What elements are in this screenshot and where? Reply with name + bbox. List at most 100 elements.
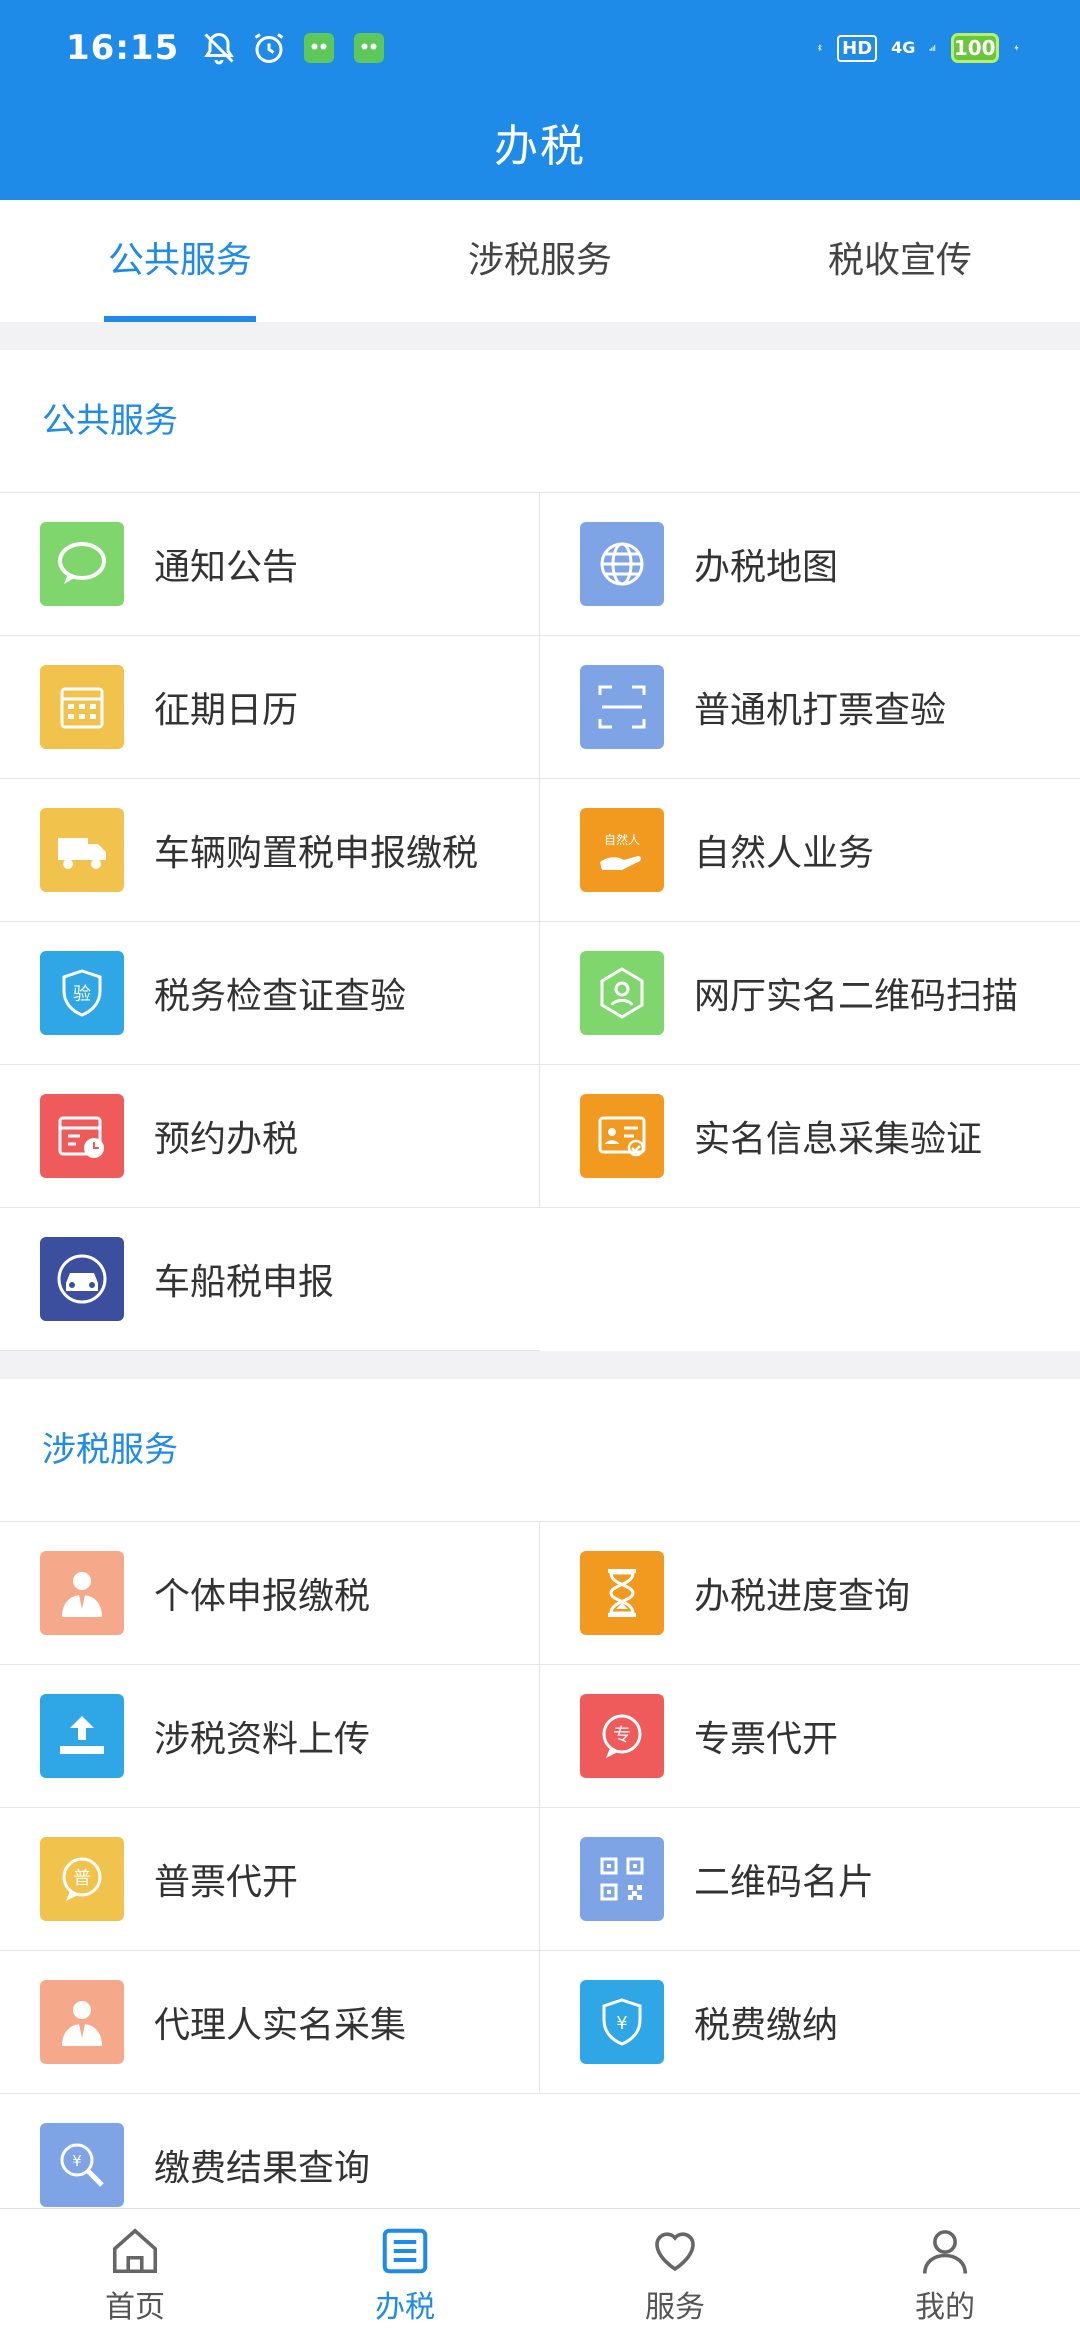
nav-label: 首页 — [105, 2290, 165, 2325]
tax-item[interactable]: 涉税资料上传 — [0, 1665, 540, 1808]
public-item[interactable]: 车船税申报 — [0, 1208, 540, 1351]
service-label: 专票代开 — [694, 1719, 839, 1760]
svg-text:普: 普 — [73, 1868, 91, 1889]
public-service-grid: 通知公告 办税地图征期日历 普通机打票查验车辆购置税申报缴税 自然人 自然人业务验 税务检… — [0, 493, 1080, 1351]
charging-icon — [1014, 44, 1019, 52]
person-suit-icon — [40, 1980, 124, 2064]
section-title: 涉税服务 — [0, 1379, 1080, 1522]
id-card-check-icon — [580, 1094, 664, 1178]
hourglass-icon — [580, 1551, 664, 1635]
chat-bubble-icon — [40, 522, 124, 606]
general-invoice-icon: 普 — [40, 1837, 124, 1921]
service-label: 个体申报缴税 — [154, 1576, 371, 1617]
network-type: 4G — [891, 38, 916, 57]
list-icon — [382, 2228, 428, 2274]
shield-verify-icon: 验 — [40, 951, 124, 1035]
tax-item[interactable]: 个体申报缴税 — [0, 1522, 540, 1665]
svg-text:¥: ¥ — [72, 2152, 82, 2170]
app-notification-icon — [304, 33, 335, 63]
hd-badge: HD — [837, 34, 878, 62]
tab-tax-promotion[interactable]: 税收宣传 — [720, 200, 1080, 322]
service-label: 实名信息采集验证 — [694, 1119, 983, 1160]
alarm-icon — [254, 33, 284, 63]
tax-item[interactable]: 专 专票代开 — [540, 1665, 1080, 1808]
service-label: 车辆购置税申报缴税 — [154, 833, 479, 874]
service-label: 税费缴纳 — [694, 2005, 839, 2046]
public-item[interactable]: 网厅实名二维码扫描 — [540, 922, 1080, 1065]
public-item[interactable]: 自然人 自然人业务 — [540, 779, 1080, 922]
app-header: 16:15 HD 4G 100 办税 — [0, 0, 1080, 200]
bell-muted-icon — [204, 32, 235, 65]
service-label: 办税地图 — [694, 547, 839, 588]
nav-label: 办税 — [375, 2290, 435, 2325]
shield-yuan-icon: ¥ — [580, 1980, 664, 2064]
public-item[interactable]: 征期日历 — [0, 636, 540, 779]
tax-item[interactable]: 二维码名片 — [540, 1808, 1080, 1951]
svg-text:¥: ¥ — [616, 2013, 627, 2034]
public-item[interactable]: 车辆购置税申报缴税 — [0, 779, 540, 922]
content-area: 公共服务 通知公告 办税地图征期日历 普通机打票查验车辆购置税申报缴税 自然人 自然人业… — [0, 350, 1080, 2265]
public-item[interactable]: 预约办税 — [0, 1065, 540, 1208]
tax-service-section: 涉税服务 个体申报缴税 办税进度查询涉税资料上传 专 专票代开普 普票代开 二维码名片代理… — [0, 1379, 1080, 2237]
svg-text:验: 验 — [73, 984, 91, 1005]
natural-person-hand-icon: 自然人 — [580, 808, 664, 892]
special-invoice-icon: 专 — [580, 1694, 664, 1778]
magnifier-yuan-icon: ¥ — [40, 2123, 124, 2207]
public-service-section: 公共服务 通知公告 办税地图征期日历 普通机打票查验车辆购置税申报缴税 自然人 自然人业… — [0, 350, 1080, 1351]
service-label: 代理人实名采集 — [154, 2005, 407, 2046]
tax-service-grid: 个体申报缴税 办税进度查询涉税资料上传 专 专票代开普 普票代开 二维码名片代理人实名采集… — [0, 1522, 1080, 2237]
bluetooth-icon — [817, 44, 822, 52]
svg-text:自然人: 自然人 — [604, 832, 640, 847]
person-suit-icon — [40, 1551, 124, 1635]
nav-label: 服务 — [645, 2290, 705, 2325]
nav-home[interactable]: 首页 — [0, 2209, 270, 2341]
globe-icon — [580, 522, 664, 606]
tab-tax-service[interactable]: 涉税服务 — [360, 200, 720, 322]
calendar-clock-icon — [40, 1094, 124, 1178]
service-label: 普票代开 — [154, 1862, 299, 1903]
nav-tax[interactable]: 办税 — [270, 2209, 540, 2341]
hexagon-person-icon — [580, 951, 664, 1035]
qr-code-icon — [580, 1837, 664, 1921]
svg-text:专: 专 — [613, 1725, 631, 1746]
public-item[interactable]: 通知公告 — [0, 493, 540, 636]
upload-icon — [40, 1694, 124, 1778]
nav-service[interactable]: 服务 — [540, 2209, 810, 2341]
section-title: 公共服务 — [0, 350, 1080, 493]
service-label: 征期日历 — [154, 690, 299, 731]
service-label: 办税进度查询 — [694, 1576, 911, 1617]
service-label: 网厅实名二维码扫描 — [694, 976, 1019, 1017]
tax-item[interactable]: ¥ 税费缴纳 — [540, 1951, 1080, 2094]
public-item[interactable]: 普通机打票查验 — [540, 636, 1080, 779]
service-label: 二维码名片 — [694, 1862, 875, 1903]
tax-item[interactable]: 普 普票代开 — [0, 1808, 540, 1951]
nav-mine[interactable]: 我的 — [810, 2209, 1080, 2341]
public-item[interactable]: 验 税务检查证查验 — [0, 922, 540, 1065]
page-title: 办税 — [494, 121, 586, 172]
tax-item[interactable]: 办税进度查询 — [540, 1522, 1080, 1665]
tax-item[interactable]: 代理人实名采集 — [0, 1951, 540, 2094]
battery-indicator: 100 — [950, 33, 999, 63]
calendar-icon — [40, 665, 124, 749]
person-icon — [922, 2230, 968, 2274]
service-label: 涉税资料上传 — [154, 1719, 371, 1760]
service-label: 自然人业务 — [694, 833, 875, 874]
tab-bar: 公共服务 涉税服务 税收宣传 — [0, 200, 1080, 322]
status-bar: 16:15 HD 4G 100 — [0, 0, 1080, 96]
car-circle-icon — [40, 1237, 124, 1321]
public-item[interactable]: 办税地图 — [540, 493, 1080, 636]
service-label: 通知公告 — [154, 547, 299, 588]
service-label: 缴费结果查询 — [154, 2148, 371, 2189]
service-label: 车船税申报 — [154, 1262, 335, 1303]
bottom-nav: 首页 办税 服务 我的 — [0, 2208, 1080, 2341]
home-icon — [112, 2228, 158, 2274]
app-notification-icon — [354, 33, 385, 63]
service-label: 税务检查证查验 — [154, 976, 407, 1017]
scan-frame-icon — [580, 665, 664, 749]
tab-public-service[interactable]: 公共服务 — [0, 200, 360, 322]
status-time: 16:15 — [66, 28, 180, 68]
public-item[interactable]: 实名信息采集验证 — [540, 1065, 1080, 1208]
heart-icon — [655, 2232, 695, 2272]
nav-label: 我的 — [915, 2290, 975, 2325]
service-label: 普通机打票查验 — [694, 690, 947, 731]
